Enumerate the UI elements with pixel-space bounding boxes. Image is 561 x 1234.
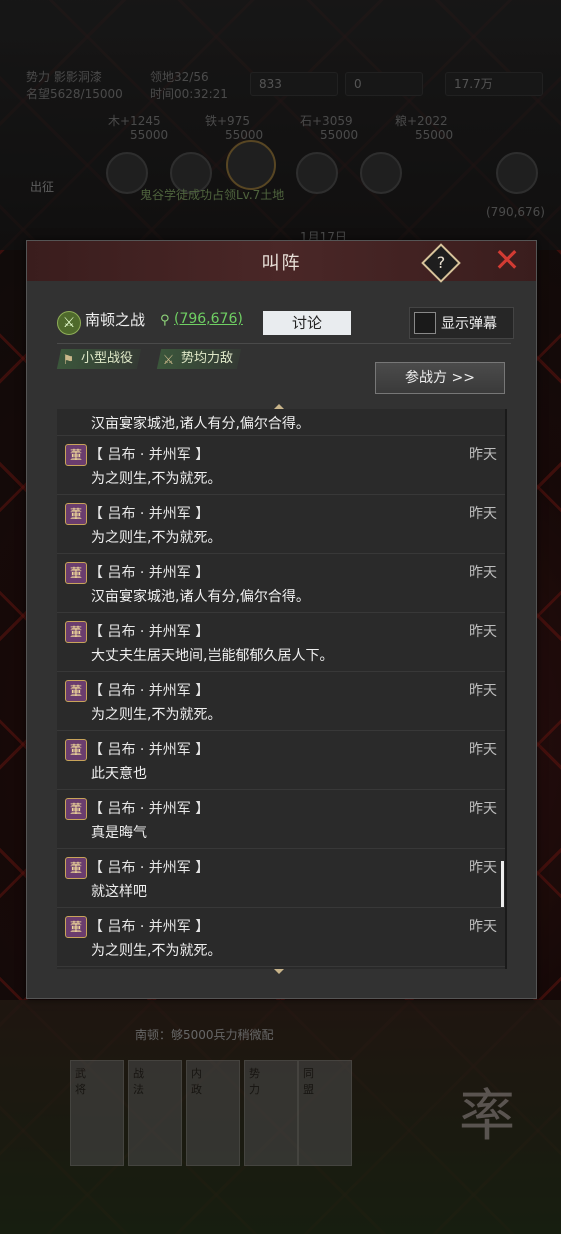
challenge-dialog: 叫阵 ? ✕ ⚔ 南顿之战 ⚲ (796,676) 讨论 显示弹幕 ⚑ 小型战役 … xyxy=(26,240,537,999)
faction-badge-icon[interactable]: 董 xyxy=(65,444,87,466)
crossed-swords-icon: ⚔ xyxy=(162,353,175,368)
message-time: 昨天 xyxy=(469,919,497,935)
sender-name[interactable]: 【 吕布 · 并州军 】 xyxy=(89,916,209,936)
message-time: 昨天 xyxy=(469,565,497,581)
chat-message: 汉亩宴家城池,诸人有分,偏尔合得。 xyxy=(57,409,505,436)
message-text: 为之则生,不为就死。 xyxy=(91,530,222,546)
message-time: 昨天 xyxy=(469,742,497,758)
dialog-header: 叫阵 ? ✕ xyxy=(27,241,536,283)
chat-message: 董 【 吕布 · 并州军 】 昨天 真是晦气 xyxy=(57,790,505,849)
tag-small-battle: ⚑ 小型战役 xyxy=(56,349,142,369)
sender-name[interactable]: 【 吕布 · 并州军 】 xyxy=(89,503,209,523)
help-icon: ? xyxy=(436,253,446,272)
faction-badge-icon[interactable]: 董 xyxy=(65,857,87,879)
chat-message: 董 【 吕布 · 并州军 】 昨天 为之则生,不为就死。 xyxy=(57,908,505,967)
chat-scrollbar[interactable] xyxy=(501,861,504,907)
chat-message: 董 【 吕布 · 并州军 】 昨天 就这样吧 xyxy=(57,849,505,908)
message-text: 汉亩宴家城池,诸人有分,偏尔合得。 xyxy=(91,589,310,605)
tag-label: 小型战役 xyxy=(81,351,134,366)
location-pin-icon: ⚲ xyxy=(160,313,170,328)
sender-name[interactable]: 【 吕布 · 并州军 】 xyxy=(89,680,209,700)
sender-name[interactable]: 【 吕布 · 并州军 】 xyxy=(89,857,209,877)
chat-message: 董 【 吕布 · 并州军 】 昨天 大丈夫生居天地间,岂能郁郁久居人下。 xyxy=(57,613,505,672)
sender-name[interactable]: 【 吕布 · 并州军 】 xyxy=(89,562,209,582)
message-time: 昨天 xyxy=(469,860,497,876)
chat-message: 董 【 吕布 · 并州军 】 昨天 汉亩宴家城池,诸人有分,偏尔合得。 xyxy=(57,554,505,613)
crossed-swords-icon: ⚔ xyxy=(57,311,81,335)
faction-badge-icon[interactable]: 董 xyxy=(65,798,87,820)
faction-badge-icon[interactable]: 董 xyxy=(65,739,87,761)
message-time: 昨天 xyxy=(469,447,497,463)
divider xyxy=(57,343,511,344)
faction-badge-icon[interactable]: 董 xyxy=(65,680,87,702)
chat-list[interactable]: 汉亩宴家城池,诸人有分,偏尔合得。 董 【 吕布 · 并州军 】 昨天 为之则生… xyxy=(57,409,507,969)
message-text: 就这样吧 xyxy=(91,884,147,900)
sender-name[interactable]: 【 吕布 · 并州军 】 xyxy=(89,739,209,759)
message-text: 大丈夫生居天地间,岂能郁郁久居人下。 xyxy=(91,648,334,664)
battle-coords-link[interactable]: (796,676) xyxy=(174,311,243,327)
message-text: 为之则生,不为就死。 xyxy=(91,471,222,487)
message-text: 汉亩宴家城池,诸人有分,偏尔合得。 xyxy=(91,416,310,432)
chat-message: 董 【 吕布 · 并州军 】 昨天 为之则生,不为就死。 xyxy=(57,495,505,554)
message-text: 为之则生,不为就死。 xyxy=(91,943,222,959)
flag-icon: ⚑ xyxy=(62,353,75,368)
message-text: 为之则生,不为就死。 xyxy=(91,707,222,723)
message-text: 真是晦气 xyxy=(91,825,147,841)
chat-message: 董 【 吕布 · 并州军 】 昨天 为之则生,不为就死。 xyxy=(57,672,505,731)
tag-evenly-matched: ⚔ 势均力敌 xyxy=(156,349,242,369)
battle-name: 南顿之战 xyxy=(85,311,146,329)
chat-message: 董 【 吕布 · 并州军 】 昨天 此天意也 xyxy=(57,731,505,790)
faction-badge-icon[interactable]: 董 xyxy=(65,621,87,643)
sender-name[interactable]: 【 吕布 · 并州军 】 xyxy=(89,444,209,464)
message-text: 此天意也 xyxy=(91,766,147,782)
tag-label: 势均力敌 xyxy=(181,351,234,366)
faction-badge-icon[interactable]: 董 xyxy=(65,916,87,938)
close-button[interactable]: ✕ xyxy=(489,243,525,277)
barrage-toggle[interactable]: 显示弹幕 xyxy=(409,307,514,339)
chat-message: 董 【 吕布 · 并州军 】 昨天 为之则生,不为就死。 xyxy=(57,436,505,495)
faction-badge-icon[interactable]: 董 xyxy=(65,562,87,584)
discuss-button[interactable]: 讨论 xyxy=(263,311,351,335)
barrage-checkbox[interactable] xyxy=(414,312,436,334)
message-time: 昨天 xyxy=(469,801,497,817)
participants-button[interactable]: 参战方 >> xyxy=(375,362,505,394)
message-time: 昨天 xyxy=(469,683,497,699)
message-time: 昨天 xyxy=(469,506,497,522)
scroll-down-indicator xyxy=(274,969,284,974)
barrage-label: 显示弹幕 xyxy=(441,316,497,332)
sender-name[interactable]: 【 吕布 · 并州军 】 xyxy=(89,798,209,818)
faction-badge-icon[interactable]: 董 xyxy=(65,503,87,525)
message-time: 昨天 xyxy=(469,624,497,640)
sender-name[interactable]: 【 吕布 · 并州军 】 xyxy=(89,621,209,641)
